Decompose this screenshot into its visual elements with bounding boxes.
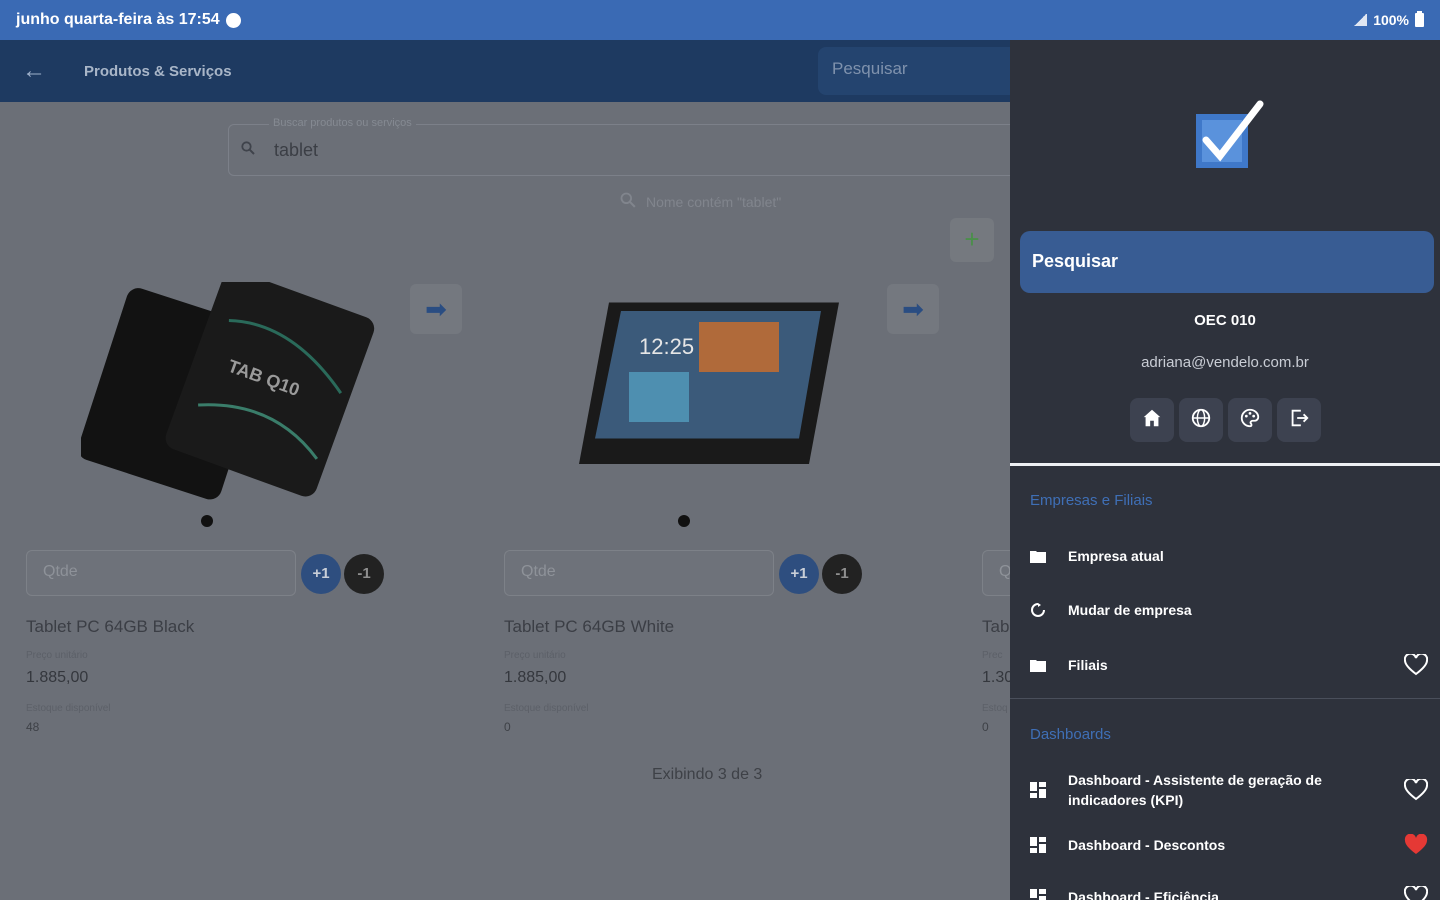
- notification-icon: [225, 12, 241, 28]
- price-label: Preço unitário: [504, 650, 566, 661]
- drawer-divider: [1010, 698, 1440, 699]
- main-content: Buscar produtos ou serviços tablet Nome …: [0, 102, 1010, 900]
- product-card: ➡ 12:25 Qtde +1 -1 Tablet PC 64GB White …: [504, 272, 954, 742]
- filter-text: Nome contém "tablet": [646, 193, 782, 210]
- menu-item-dashboard-eficiencia[interactable]: Dashboard - Eficiência: [1028, 886, 1428, 900]
- refresh-icon: [1028, 600, 1048, 620]
- section-title-dashboards: Dashboards: [1030, 726, 1111, 743]
- search-value: tablet: [274, 140, 319, 160]
- product-stock: 0: [982, 720, 989, 734]
- app-bar: ← Produtos & Serviços Pesquisar: [0, 40, 1010, 102]
- logout-button[interactable]: [1277, 398, 1321, 442]
- product-image: TAB Q10: [78, 270, 381, 502]
- product-search-input[interactable]: Buscar produtos ou serviços tablet: [228, 117, 1010, 176]
- quantity-input[interactable]: Qtde: [504, 550, 774, 596]
- product-image: 12:25: [559, 282, 859, 502]
- arrow-right-icon[interactable]: ➡: [410, 284, 462, 334]
- menu-item-label: Dashboard - Assistente de geração de ind…: [1068, 772, 1322, 808]
- plus-one-button[interactable]: +1: [779, 554, 819, 594]
- home-icon: [1141, 407, 1163, 434]
- stock-label: Estoque disponível: [504, 703, 589, 714]
- results-count: Exibindo 3 de 3: [652, 766, 763, 783]
- plus-one-button[interactable]: +1: [301, 554, 341, 594]
- appbar-search-input[interactable]: Pesquisar: [818, 47, 1010, 95]
- battery-icon: [1415, 11, 1424, 27]
- menu-item-label: Dashboard - Eficiência: [1068, 889, 1219, 900]
- app-logo-icon: [1192, 100, 1264, 172]
- product-card: Q Tab Prec 1.30 Estoq 0: [982, 272, 1010, 742]
- carousel-dot[interactable]: [201, 515, 213, 527]
- filter-chip[interactable]: Nome contém "tablet": [620, 192, 781, 211]
- add-product-button[interactable]: +: [950, 218, 994, 262]
- carousel-dot[interactable]: [678, 515, 690, 527]
- quantity-input[interactable]: Qtde: [26, 550, 296, 596]
- dashboard-icon: [1028, 887, 1048, 900]
- heart-filled-icon[interactable]: [1404, 834, 1428, 856]
- product-name: Tablet PC 64GB Black: [26, 617, 195, 636]
- product-stock: 48: [26, 720, 40, 734]
- palette-icon: [1239, 407, 1261, 434]
- product-price: 1.30: [982, 669, 1010, 686]
- menu-item-mudar-empresa[interactable]: Mudar de empresa: [1028, 600, 1428, 620]
- section-title-empresas: Empresas e Filiais: [1030, 492, 1153, 509]
- home-button[interactable]: [1130, 398, 1174, 442]
- heart-outline-icon[interactable]: [1404, 886, 1428, 900]
- globe-icon: [1190, 407, 1212, 434]
- quantity-input[interactable]: Q: [982, 550, 1010, 596]
- product-price: 1.885,00: [504, 669, 567, 686]
- heart-outline-icon[interactable]: [1404, 779, 1428, 801]
- stock-label: Estoque disponível: [26, 703, 111, 714]
- battery-percent: 100%: [1373, 12, 1409, 28]
- dashboard-icon: [1028, 780, 1048, 800]
- status-bar: junho quarta-feira às 17:54 100%: [0, 0, 1440, 40]
- dashboard-icon: [1028, 835, 1048, 855]
- drawer-action-row: [1130, 398, 1321, 442]
- folder-icon: [1028, 546, 1048, 566]
- tablet-screen-text: 12:25: [639, 334, 694, 359]
- heart-outline-icon[interactable]: [1404, 654, 1428, 676]
- price-label: Prec: [982, 650, 1003, 661]
- search-icon: [241, 141, 255, 159]
- minus-one-button[interactable]: -1: [344, 554, 384, 594]
- globe-button[interactable]: [1179, 398, 1223, 442]
- arrow-right-icon[interactable]: ➡: [887, 284, 939, 334]
- menu-item-label: Empresa atual: [1068, 548, 1164, 564]
- company-name: OEC 010: [1194, 312, 1256, 329]
- search-legend: Buscar produtos ou serviços: [269, 117, 416, 129]
- product-card: ➡ TAB Q10 Qtde +1 -1 Tablet PC 64GB Blac…: [26, 270, 476, 742]
- menu-item-label: Filiais: [1068, 657, 1108, 673]
- product-stock: 0: [504, 720, 511, 734]
- price-label: Preço unitário: [26, 650, 88, 661]
- product-price: 1.885,00: [26, 669, 89, 686]
- user-email: adriana@vendelo.com.br: [1141, 354, 1309, 371]
- menu-item-dashboard-kpi[interactable]: Dashboard - Assistente de geração de ind…: [1028, 770, 1428, 810]
- stock-label: Estoq: [982, 703, 1008, 714]
- menu-item-dashboard-descontos[interactable]: Dashboard - Descontos: [1028, 834, 1428, 856]
- logout-icon: [1288, 407, 1310, 434]
- back-arrow-icon[interactable]: ←: [22, 57, 50, 85]
- palette-button[interactable]: [1228, 398, 1272, 442]
- signal-icon: [1353, 14, 1368, 26]
- navigation-drawer: Pesquisar OEC 010 adriana@vendelo.com.br…: [1010, 40, 1440, 900]
- status-datetime: junho quarta-feira às 17:54: [16, 11, 220, 28]
- drawer-divider: [1010, 463, 1440, 466]
- folder-icon: [1028, 655, 1048, 675]
- menu-item-filiais[interactable]: Filiais: [1028, 654, 1428, 676]
- drawer-search-button[interactable]: Pesquisar: [1020, 231, 1434, 293]
- menu-item-empresa-atual[interactable]: Empresa atual: [1028, 546, 1428, 566]
- minus-one-button[interactable]: -1: [822, 554, 862, 594]
- page-title: Produtos & Serviços: [84, 62, 232, 80]
- product-name: Tab: [982, 617, 1010, 636]
- product-name: Tablet PC 64GB White: [504, 617, 675, 636]
- menu-item-label: Dashboard - Descontos: [1068, 837, 1226, 853]
- filter-search-icon: [620, 192, 636, 211]
- menu-item-label: Mudar de empresa: [1068, 602, 1192, 618]
